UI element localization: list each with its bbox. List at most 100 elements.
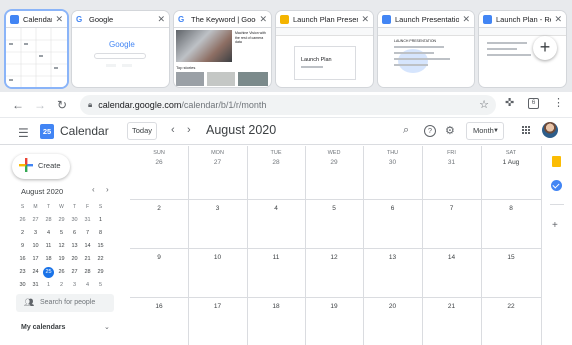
- star-icon[interactable]: ☆: [479, 98, 489, 111]
- mini-day[interactable]: 18: [42, 253, 55, 266]
- mini-day[interactable]: 28: [81, 266, 94, 279]
- day-cell-number[interactable]: 17: [188, 303, 247, 310]
- extensions-icon[interactable]: ✜: [505, 96, 514, 109]
- tab-card-launch-presentation-doc[interactable]: Launch Presentation ... ✕ LAUNCH PRESENT…: [378, 11, 474, 87]
- day-cell-number[interactable]: 16: [130, 303, 188, 310]
- day-cell-number[interactable]: 30: [363, 159, 422, 166]
- mini-day[interactable]: 27: [68, 266, 81, 279]
- mini-day[interactable]: 1: [42, 279, 55, 292]
- close-tab-icon[interactable]: ✕: [361, 14, 369, 24]
- forward-arrow-icon[interactable]: →: [29, 98, 51, 112]
- tasks-icon[interactable]: [551, 180, 562, 191]
- day-cell-number[interactable]: 22: [481, 303, 541, 310]
- address-bar[interactable]: 🔒︎ calendar.google.com/calendar/b/1/r/mo…: [80, 95, 496, 115]
- mini-day[interactable]: 4: [42, 227, 55, 240]
- mini-day[interactable]: 8: [94, 227, 107, 240]
- close-tab-icon[interactable]: ✕: [259, 14, 267, 24]
- today-button[interactable]: Today: [127, 122, 157, 140]
- day-cell-number[interactable]: 31: [422, 159, 481, 166]
- day-cell-number[interactable]: 7: [422, 205, 481, 212]
- mini-day[interactable]: 22: [94, 253, 107, 266]
- close-tab-icon[interactable]: ✕: [157, 14, 165, 24]
- day-cell-number[interactable]: 15: [481, 254, 541, 261]
- add-addon-icon[interactable]: +: [552, 220, 558, 231]
- mini-day[interactable]: 31: [29, 279, 42, 292]
- day-cell-number[interactable]: 11: [247, 254, 305, 261]
- day-cell-number[interactable]: 27: [188, 159, 247, 166]
- mini-day[interactable]: 23: [16, 266, 29, 279]
- chevron-left-icon[interactable]: ‹: [92, 185, 95, 194]
- day-cell-number[interactable]: 1 Aug: [481, 159, 541, 166]
- mini-day[interactable]: 2: [16, 227, 29, 240]
- day-cell-number[interactable]: 4: [247, 205, 305, 212]
- mini-day[interactable]: 16: [16, 253, 29, 266]
- mini-day[interactable]: 3: [29, 227, 42, 240]
- mini-day[interactable]: 4: [81, 279, 94, 292]
- apps-grid-icon[interactable]: [522, 126, 530, 134]
- my-calendars-heading[interactable]: My calendars: [21, 324, 65, 331]
- mini-day[interactable]: 21: [81, 253, 94, 266]
- tab-card-google[interactable]: G Google ✕ Google: [72, 11, 169, 87]
- lock-icon[interactable]: 🔒︎: [88, 100, 92, 110]
- search-icon[interactable]: ⌕: [403, 124, 409, 137]
- close-tab-icon[interactable]: ✕: [554, 14, 562, 24]
- mini-day-today[interactable]: 25: [42, 266, 55, 279]
- mini-day[interactable]: 13: [68, 240, 81, 253]
- day-cell-number[interactable]: 26: [130, 159, 188, 166]
- day-cell-number[interactable]: 29: [305, 159, 363, 166]
- mini-day[interactable]: 14: [81, 240, 94, 253]
- mini-day[interactable]: 17: [29, 253, 42, 266]
- mini-day[interactable]: 2: [55, 279, 68, 292]
- tab-card-launch-plan-slides[interactable]: Launch Plan Presentat... ✕ Launch Plan: [276, 11, 373, 87]
- day-cell-number[interactable]: 12: [305, 254, 363, 261]
- back-arrow-icon[interactable]: ←: [7, 98, 29, 112]
- day-cell-number[interactable]: 28: [247, 159, 305, 166]
- mini-day[interactable]: 30: [16, 279, 29, 292]
- chevron-right-icon[interactable]: ›: [187, 124, 191, 136]
- help-icon[interactable]: ?: [424, 125, 436, 137]
- view-selector[interactable]: Month ▼: [466, 122, 504, 140]
- settings-icon[interactable]: ⚙: [445, 124, 455, 137]
- mini-day[interactable]: 3: [68, 279, 81, 292]
- chevron-down-icon[interactable]: ⌄: [104, 323, 110, 331]
- mini-day[interactable]: 27: [29, 214, 42, 227]
- day-cell-number[interactable]: 19: [305, 303, 363, 310]
- keep-icon[interactable]: [552, 156, 561, 167]
- mini-day[interactable]: 6: [68, 227, 81, 240]
- mini-day[interactable]: 30: [68, 214, 81, 227]
- day-cell-number[interactable]: 18: [247, 303, 305, 310]
- mini-day[interactable]: 20: [68, 253, 81, 266]
- mini-day[interactable]: 15: [94, 240, 107, 253]
- search-people-input[interactable]: 👥︎ Search for people: [16, 294, 114, 312]
- day-cell-number[interactable]: 13: [363, 254, 422, 261]
- mini-day[interactable]: 24: [29, 266, 42, 279]
- mini-day[interactable]: 19: [55, 253, 68, 266]
- tab-card-calendar[interactable]: Calendar - Au... ✕: [6, 11, 67, 87]
- mini-day[interactable]: 26: [16, 214, 29, 227]
- day-cell-number[interactable]: 10: [188, 254, 247, 261]
- new-tab-button[interactable]: +: [533, 36, 557, 60]
- reload-icon[interactable]: ↻: [51, 98, 73, 112]
- day-cell-number[interactable]: 8: [481, 205, 541, 212]
- day-cell-number[interactable]: 6: [363, 205, 422, 212]
- mini-day[interactable]: 28: [42, 214, 55, 227]
- hamburger-icon[interactable]: ☰: [18, 126, 29, 140]
- mini-day[interactable]: 9: [16, 240, 29, 253]
- mini-day[interactable]: 31: [81, 214, 94, 227]
- mini-day[interactable]: 29: [55, 214, 68, 227]
- mini-day[interactable]: 29: [94, 266, 107, 279]
- mini-day[interactable]: 12: [55, 240, 68, 253]
- close-tab-icon[interactable]: ✕: [55, 14, 63, 24]
- day-cell-number[interactable]: 3: [188, 205, 247, 212]
- chevron-left-icon[interactable]: ‹: [171, 124, 175, 136]
- day-cell-number[interactable]: 21: [422, 303, 481, 310]
- mini-day[interactable]: 26: [55, 266, 68, 279]
- mini-day[interactable]: 1: [94, 214, 107, 227]
- day-cell-number[interactable]: 14: [422, 254, 481, 261]
- day-cell-number[interactable]: 9: [130, 254, 188, 261]
- mini-day[interactable]: 11: [42, 240, 55, 253]
- close-tab-icon[interactable]: ✕: [462, 14, 470, 24]
- chevron-right-icon[interactable]: ›: [106, 185, 109, 194]
- day-cell-number[interactable]: 2: [130, 205, 188, 212]
- mini-day[interactable]: 5: [94, 279, 107, 292]
